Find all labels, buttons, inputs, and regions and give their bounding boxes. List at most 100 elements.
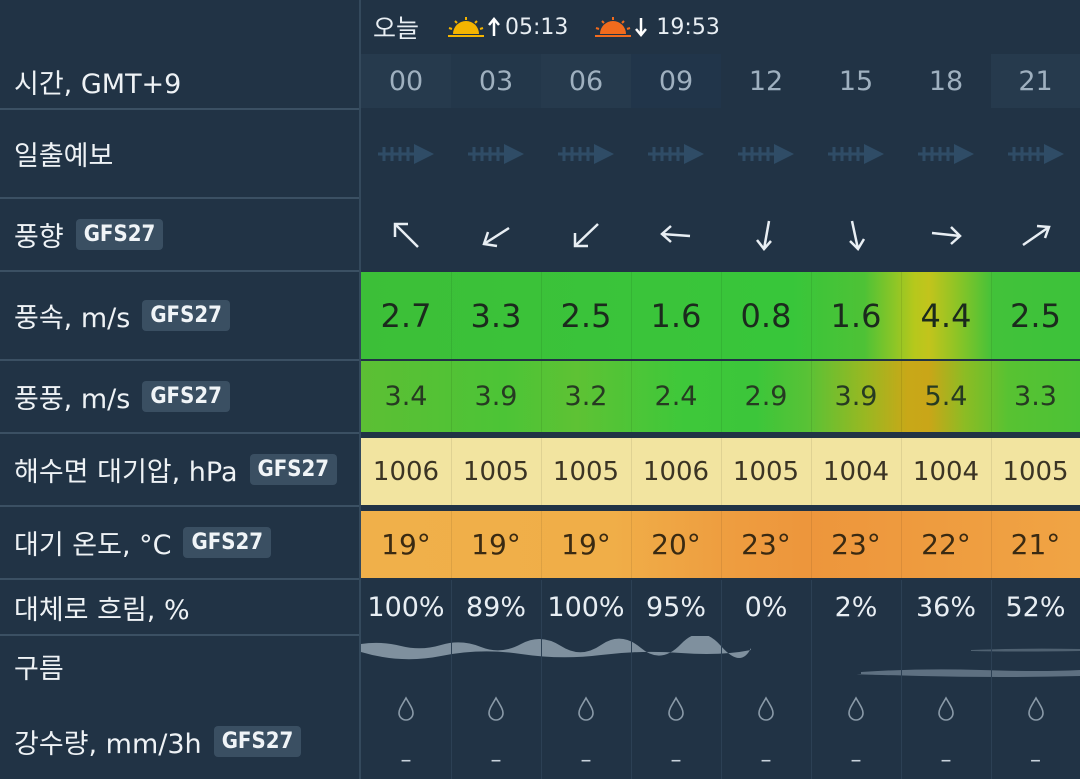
temperature-cell: 19° [381,528,431,561]
model-badge[interactable]: GFS27 [183,527,272,558]
pressure-cell: 1005 [552,456,620,487]
cloud-cover-label: 대체로 흐림, % [14,594,190,626]
wind-dir-label: 풍향 [14,222,64,253]
fish-icon [541,110,631,197]
pressure-cell: 1004 [912,456,980,487]
precip-cell: – [451,690,541,779]
temperature-cell: 19° [561,528,611,561]
precip-value: – [850,748,862,773]
wind-speed-label-row[interactable]: 풍속, m/s GFS27 [0,272,359,359]
fish-icon [811,110,901,197]
pressure-row: 1006 1005 1005 1006 1005 1004 1004 1005 [361,438,1080,505]
day-label: 오늘 [373,14,420,43]
cloud-cover-cell: 100% [367,591,445,623]
model-badge[interactable]: GFS27 [249,454,338,485]
wind-speed-cell: 2.7 [380,296,432,335]
gust-cell: 2.9 [744,381,788,412]
temperature-cell: 23° [741,528,791,561]
precip-cell: – [541,690,631,779]
day-header: 오늘 05:13 19:53 [361,0,1080,54]
arrow-down-icon [721,199,811,270]
precip-cell: – [361,690,451,779]
pressure-label: 해수면 대기압, hPa [14,457,238,488]
row-labels-panel: 시간, GMT+9 일출예보 풍향 GFS27 풍속, m/s GFS27 풍풍… [0,0,360,779]
pressure-cell: 1006 [642,456,710,487]
wind-speed-cell: 2.5 [560,296,612,335]
hours-row: 00 03 06 09 12 15 18 21 [361,54,1080,108]
temperature-cell: 19° [471,528,521,561]
gust-cell: 2.4 [654,381,698,412]
arrow-right-icon [901,199,991,270]
raindrop-icon [666,696,686,726]
precip-value: – [760,748,772,773]
model-badge[interactable]: GFS27 [142,300,230,331]
wind-speed-cell: 4.4 [920,296,972,335]
wind-speed-cell: 1.6 [650,296,702,335]
gust-label: 풍풍, m/s [14,384,131,415]
pressure-cell: 1005 [732,456,800,487]
raindrop-icon [846,696,866,726]
clouds-label-row: 구름 [0,636,359,696]
model-badge[interactable]: GFS27 [75,219,164,250]
clouds-label: 구름 [14,653,64,685]
wind-speed-cell: 3.3 [470,296,522,335]
cloud-cover-cell: 95% [645,591,706,623]
precip-label-row[interactable]: 강수량, mm/3h GFS27 [0,705,359,777]
cloud-cover-cell: 2% [834,591,878,623]
sunrise-info: 05:13 [447,15,568,40]
time-label: 시간, GMT+9 [14,68,182,100]
model-badge[interactable]: GFS27 [213,725,302,757]
pressure-cell: 1005 [462,456,530,487]
fish-icon [991,110,1080,197]
temperature-cell: 22° [921,528,971,561]
temperature-row: 19° 19° 19° 20° 23° 23° 22° 21° [361,511,1080,578]
arrow-up-icon [488,17,500,36]
arrow-down-icon [635,18,648,37]
forecast-grid: 오늘 05:13 19:53 00 03 06 09 12 15 18 21 2… [361,0,1080,779]
hour-cell: 03 [451,54,541,108]
precip-cell: – [901,690,991,779]
temperature-cell: 23° [831,528,881,561]
fish-icon [721,110,811,197]
cloud-cover-cell: 89% [465,591,526,623]
cloud-cover-cell: 0% [744,591,788,623]
sunset-icon [595,17,632,37]
arrow-left-icon [631,199,721,270]
cloud-cover-cell: 100% [547,591,625,623]
gust-cell: 3.3 [1014,381,1057,412]
temperature-label: 대기 온도, °C [14,530,172,561]
cloud-cover-cell: 52% [1005,591,1066,623]
wind-speed-cell: 1.6 [830,296,882,335]
hour-cell: 21 [991,54,1080,108]
precip-value: – [1030,748,1041,773]
pressure-label-row[interactable]: 해수면 대기압, hPa GFS27 [0,434,359,505]
time-label-row: 시간, GMT+9 [0,54,359,108]
raindrop-icon [936,696,956,726]
hour-cell: 06 [541,54,631,108]
wind-speed-label: 풍속, m/s [14,303,131,334]
hour-cell: 12 [721,54,811,108]
pressure-cell: 1004 [822,456,890,487]
raindrop-icon [1026,696,1046,726]
hour-cell: 00 [361,54,451,108]
arrow-down-icon [811,199,901,270]
precip-value: – [400,748,412,773]
temperature-cell: 21° [1010,528,1061,561]
sunset-time: 19:53 [656,14,720,40]
fish-icon [361,110,451,197]
wind-dir-label-row[interactable]: 풍향 GFS27 [0,199,359,270]
pressure-cell: 1006 [372,456,440,487]
sunrise-forecast-label: 일출예보 [14,141,114,172]
model-badge[interactable]: GFS27 [142,381,230,412]
raindrop-icon [396,696,416,726]
precip-value: – [580,748,592,773]
gust-label-row[interactable]: 풍풍, m/s GFS27 [0,361,359,432]
temperature-label-row[interactable]: 대기 온도, °C GFS27 [0,507,359,578]
sunset-info: 19:53 [594,14,720,40]
fish-icon [631,110,721,197]
raindrop-icon [756,696,776,726]
precip-cell: – [991,690,1080,779]
gust-cell: 3.4 [384,381,428,412]
pressure-cell: 1005 [1002,456,1069,487]
arrow-down-left-icon [451,199,541,270]
